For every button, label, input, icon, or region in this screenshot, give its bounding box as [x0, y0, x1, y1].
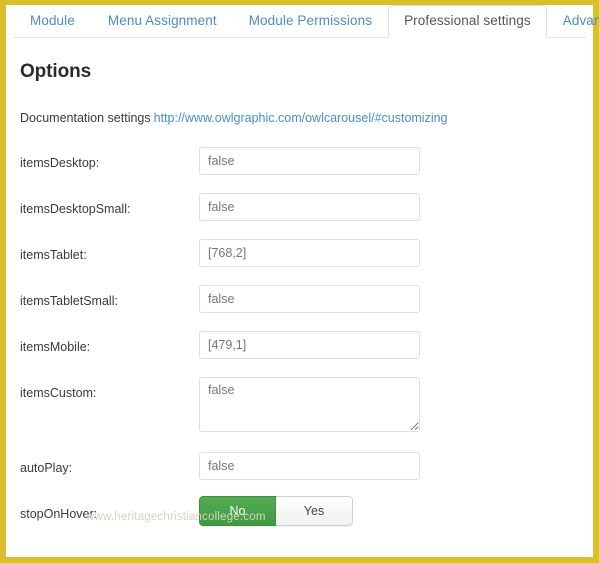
tab-label: Menu Assignment	[107, 13, 217, 28]
field-row-itemstabletsmall: itemsTabletSmall:	[20, 285, 579, 331]
documentation-link[interactable]: http://www.owlgraphic.com/owlcarousel/#c…	[154, 111, 448, 125]
tab-label: Module	[30, 13, 75, 28]
itemstabletsmall-input[interactable]	[199, 285, 420, 313]
field-label: itemsDesktop:	[20, 156, 100, 170]
tab-module[interactable]: Module	[13, 5, 92, 38]
tab-bar: Module Menu Assignment Module Permission…	[13, 5, 599, 38]
tab-label: Advanced	[562, 13, 599, 28]
field-label: stopOnHover:	[20, 507, 98, 521]
options-form: itemsDesktop: itemsDesktopSmall: itemsTa…	[20, 147, 579, 544]
field-label: itemsTabletSmall:	[20, 294, 118, 308]
field-row-itemsmobile: itemsMobile:	[20, 331, 579, 377]
autoplay-input[interactable]	[199, 452, 420, 480]
field-row-itemstablet: itemsTablet:	[20, 239, 579, 285]
field-label: itemsCustom:	[20, 386, 97, 400]
tab-module-permissions[interactable]: Module Permissions	[233, 5, 388, 38]
itemstablet-input[interactable]	[199, 239, 420, 267]
tab-panel-professional-settings: Options Documentation settings http://www…	[6, 61, 593, 544]
tab-label: Professional settings	[404, 13, 531, 28]
tab-menu-assignment[interactable]: Menu Assignment	[92, 5, 233, 38]
page-title: Options	[20, 61, 92, 82]
field-label: itemsMobile:	[20, 340, 91, 354]
field-label: itemsTablet:	[20, 248, 87, 262]
stoponhover-yes-button[interactable]: Yes	[276, 496, 353, 526]
stoponhover-no-button[interactable]: No	[199, 496, 276, 526]
itemsdesktop-input[interactable]	[199, 147, 420, 175]
stoponhover-toggle-group: No Yes	[199, 496, 353, 526]
tab-professional-settings[interactable]: Professional settings	[388, 5, 547, 38]
documentation-label: Documentation settings	[20, 111, 151, 125]
field-row-autoplay: autoPlay:	[20, 452, 579, 498]
itemsdesktopsmall-input[interactable]	[199, 193, 420, 221]
tab-advanced[interactable]: Advanced	[547, 5, 599, 38]
module-settings-window: Module Menu Assignment Module Permission…	[0, 0, 599, 563]
tab-label: Module Permissions	[248, 13, 373, 28]
field-label: autoPlay:	[20, 461, 73, 475]
field-row-itemscustom: itemsCustom: false	[20, 377, 579, 452]
field-row-itemsdesktop: itemsDesktop:	[20, 147, 579, 193]
field-row-itemsdesktopsmall: itemsDesktopSmall:	[20, 193, 579, 239]
field-label: itemsDesktopSmall:	[20, 202, 131, 216]
documentation-line: Documentation settings http://www.owlgrap…	[20, 111, 579, 125]
field-row-stoponhover: stopOnHover: No Yes	[20, 496, 579, 544]
itemscustom-textarea[interactable]: false	[199, 377, 420, 432]
itemsmobile-input[interactable]	[199, 331, 420, 359]
